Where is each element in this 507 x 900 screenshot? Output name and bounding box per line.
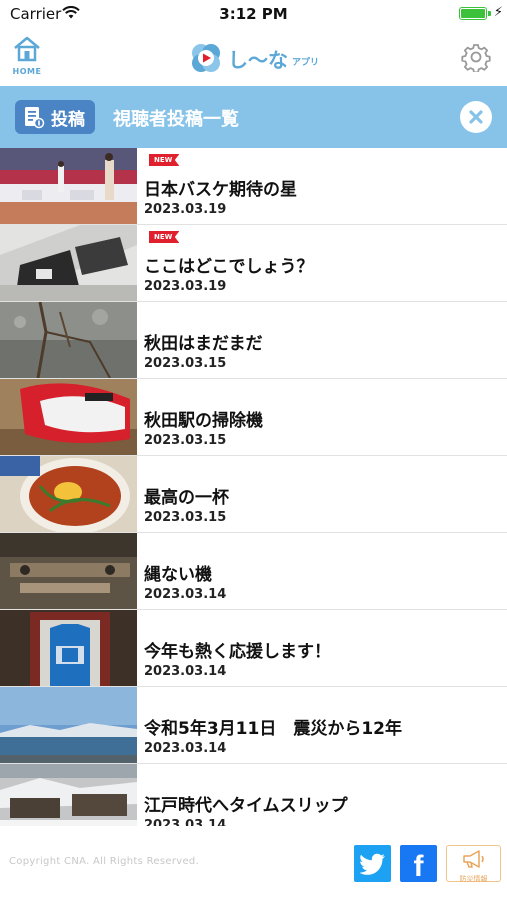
post-date: 2023.03.15 <box>144 433 227 448</box>
post-title: 令和5年3月11日 震災から12年 <box>144 719 402 739</box>
gear-icon <box>461 44 491 74</box>
post-title: 縄ない機 <box>144 565 212 585</box>
facebook-f-icon: f <box>413 849 424 883</box>
post-date: 2023.03.14 <box>144 664 227 679</box>
status-bar: Carrier 3:12 PM ⚡ <box>0 0 507 28</box>
post-thumbnail <box>0 764 137 826</box>
post-title: ここはどこでしょう？ <box>144 257 314 277</box>
post-date: 2023.03.15 <box>144 510 227 525</box>
list-item[interactable]: 今年も熱く応援します！ 2023.03.14 <box>0 610 507 687</box>
charging-icon: ⚡ <box>493 5 503 20</box>
app-header: HOME し〜な アプリ <box>0 28 507 86</box>
post-thumbnail <box>0 225 137 301</box>
post-thumbnail <box>0 533 137 609</box>
post-title: 最高の一杯 <box>144 488 229 508</box>
list-item[interactable]: 縄ない機 2023.03.14 <box>0 533 507 610</box>
post-title: 江戸時代へタイムスリップ <box>144 796 348 816</box>
home-button[interactable]: HOME <box>10 36 44 78</box>
battery-icon <box>459 7 487 20</box>
post-date: 2023.03.19 <box>144 279 227 294</box>
post-list: NEW 日本バスケ期待の星 2023.03.19 NEW ここはどこでしょう？ … <box>0 148 507 826</box>
settings-button[interactable] <box>461 42 491 74</box>
list-item[interactable]: 秋田はまだまだ 2023.03.15 <box>0 302 507 379</box>
post-title: 今年も熱く応援します！ <box>144 642 331 662</box>
post-date: 2023.03.15 <box>144 356 227 371</box>
logo-subtext: アプリ <box>292 57 320 68</box>
post-thumbnail <box>0 379 137 455</box>
new-badge: NEW <box>149 154 180 166</box>
post-thumbnail <box>0 687 137 763</box>
close-button[interactable] <box>460 101 492 133</box>
app-logo: し〜な アプリ <box>190 41 319 75</box>
logo-mark-icon <box>192 44 220 72</box>
post-date: 2023.03.14 <box>144 587 227 602</box>
footer: Copyright CNA. All Rights Reserved. f 防災… <box>0 826 507 900</box>
category-chip-label: 投稿 <box>51 109 85 130</box>
list-item[interactable]: 江戸時代へタイムスリップ 2023.03.14 <box>0 764 507 826</box>
post-title: 秋田はまだまだ <box>144 334 263 354</box>
post-category-chip: 投稿 <box>15 100 95 134</box>
post-thumbnail <box>0 302 137 378</box>
disaster-info-label: 防災情報 <box>459 875 488 883</box>
post-title: 日本バスケ期待の星 <box>144 180 297 200</box>
post-date: 2023.03.14 <box>144 818 227 826</box>
post-date: 2023.03.14 <box>144 741 227 756</box>
clock-time: 3:12 PM <box>219 5 288 23</box>
disaster-info-button[interactable]: 防災情報 <box>446 845 501 883</box>
home-label: HOME <box>12 67 42 76</box>
list-item[interactable]: NEW ここはどこでしょう？ 2023.03.19 <box>0 225 507 302</box>
close-icon <box>469 110 483 124</box>
post-document-icon <box>25 107 45 129</box>
post-date: 2023.03.19 <box>144 202 227 217</box>
new-badge: NEW <box>149 231 180 243</box>
twitter-bird-icon <box>359 853 385 875</box>
list-item[interactable]: NEW 日本バスケ期待の星 2023.03.19 <box>0 148 507 225</box>
facebook-button[interactable]: f <box>400 845 437 883</box>
megaphone-icon <box>462 850 484 868</box>
list-item[interactable]: 秋田駅の掃除機 2023.03.15 <box>0 379 507 456</box>
home-icon <box>14 36 40 62</box>
list-item[interactable]: 令和5年3月11日 震災から12年 2023.03.14 <box>0 687 507 764</box>
copyright-text: Copyright CNA. All Rights Reserved. <box>9 856 200 867</box>
post-title: 秋田駅の掃除機 <box>144 411 263 431</box>
list-item[interactable]: 最高の一杯 2023.03.15 <box>0 456 507 533</box>
post-thumbnail <box>0 148 137 224</box>
category-bar: 投稿 視聴者投稿一覧 <box>0 86 507 148</box>
twitter-button[interactable] <box>354 845 391 882</box>
logo-text: し〜な <box>228 47 288 72</box>
battery-cap <box>488 11 491 16</box>
post-thumbnail <box>0 456 137 532</box>
page-title: 視聴者投稿一覧 <box>113 109 239 130</box>
post-thumbnail <box>0 610 137 686</box>
